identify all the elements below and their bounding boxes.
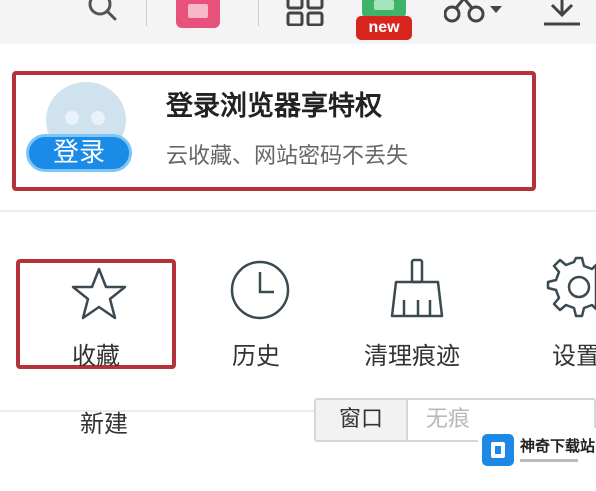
new-badge: new bbox=[356, 16, 412, 40]
download-icon[interactable] bbox=[540, 0, 584, 30]
new-label: 新建 bbox=[80, 410, 128, 438]
clear-traces-label[interactable]: 清理痕迹 bbox=[364, 336, 460, 371]
shopping-icon[interactable] bbox=[176, 0, 220, 30]
new-window-button[interactable]: 窗口 bbox=[316, 400, 408, 440]
browser-toolbar: new bbox=[0, 0, 596, 44]
favorites-label[interactable]: 收藏 bbox=[72, 336, 120, 371]
new-incognito-button[interactable]: 无痕 bbox=[426, 400, 470, 440]
login-title: 登录浏览器享特权 bbox=[166, 91, 382, 122]
history-label[interactable]: 历史 bbox=[232, 336, 280, 371]
watermark-url bbox=[520, 457, 580, 466]
clock-icon bbox=[230, 260, 290, 320]
gear-icon bbox=[546, 256, 596, 318]
watermark-text: 神奇下载站 bbox=[520, 437, 596, 455]
login-button[interactable]: 登录 bbox=[26, 134, 132, 172]
apps-grid-icon[interactable] bbox=[286, 0, 326, 26]
login-subtitle: 云收藏、网站密码不丢失 bbox=[166, 144, 409, 169]
search-icon[interactable] bbox=[84, 0, 124, 26]
divider bbox=[0, 210, 596, 212]
settings-label[interactable]: 设置 bbox=[552, 336, 596, 371]
watermark: 神奇下载站 bbox=[478, 428, 596, 476]
scissors-dropdown-icon[interactable] bbox=[444, 0, 506, 26]
star-icon bbox=[71, 267, 127, 320]
toolbar-separator bbox=[258, 0, 259, 26]
site-logo-icon bbox=[482, 434, 514, 466]
toolbar-separator bbox=[146, 0, 147, 26]
broom-icon bbox=[390, 258, 444, 318]
